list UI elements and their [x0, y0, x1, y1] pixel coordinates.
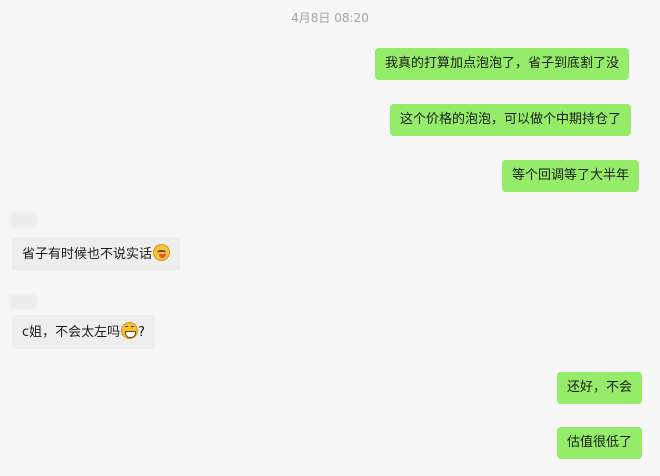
sender-name-blurred: [9, 213, 37, 227]
message-text: 我真的打算加点泡泡了，省子到底割了没: [385, 56, 620, 71]
message-text: 等个回调等了大半年: [512, 168, 630, 183]
chat-bubble-incoming[interactable]: c姐，不会太左吗?: [12, 315, 156, 349]
chat-bubble-incoming[interactable]: 省子有时候也不说实话: [12, 237, 181, 271]
message-text-suffix: ?: [138, 325, 146, 340]
message-text: 省子有时候也不说实话: [22, 247, 153, 262]
message-text: 还好，不会: [567, 380, 633, 395]
chat-bubble-outgoing[interactable]: 估值很低了: [557, 427, 643, 459]
sender-name-blurred: [9, 295, 37, 309]
chat-bubble-outgoing[interactable]: 还好，不会: [557, 372, 643, 404]
message-timestamp: 4月8日 08:20: [291, 11, 369, 25]
message-text: 这个价格的泡泡，可以做个中期持仓了: [400, 112, 622, 127]
message-text: 估值很低了: [567, 435, 633, 450]
grin-face-icon: [121, 322, 139, 339]
message-text: c姐，不会太左吗: [22, 325, 121, 340]
chat-bubble-outgoing[interactable]: 我真的打算加点泡泡了，省子到底割了没: [375, 48, 630, 80]
chat-bubble-outgoing[interactable]: 等个回调等了大半年: [502, 160, 640, 192]
chat-bubble-outgoing[interactable]: 这个价格的泡泡，可以做个中期持仓了: [390, 104, 632, 136]
lick-face-icon: [153, 244, 171, 261]
